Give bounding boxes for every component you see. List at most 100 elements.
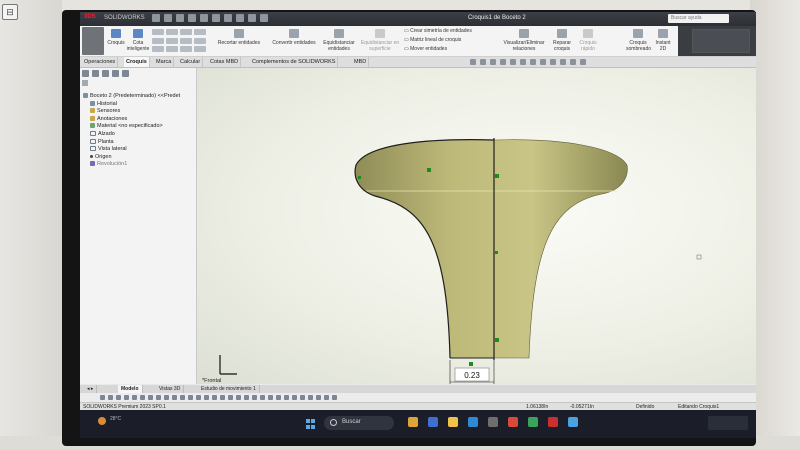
tab-mbd[interactable]: MBD	[352, 57, 370, 67]
task-view-icon[interactable]	[428, 417, 438, 427]
text-icon[interactable]	[194, 29, 206, 35]
hide-show-icon[interactable]	[540, 59, 546, 65]
tool-icon[interactable]	[292, 395, 297, 400]
weather-icon[interactable]	[98, 417, 106, 425]
open-file-icon[interactable]	[176, 14, 184, 22]
repair-sketch-button[interactable]: Reparar croquis	[550, 29, 574, 52]
redo-icon[interactable]	[224, 14, 232, 22]
tool-icon[interactable]	[308, 395, 313, 400]
tree-item-planta[interactable]: Planta	[80, 139, 196, 147]
spline-icon[interactable]	[180, 29, 192, 35]
display-style-icon[interactable]	[530, 59, 536, 65]
tool-icon[interactable]	[268, 395, 273, 400]
tool-icon[interactable]	[260, 395, 265, 400]
move-entities-button[interactable]: ▭ Mover entidades	[404, 46, 447, 52]
plane-icon[interactable]	[194, 46, 206, 53]
view-orientation-icon[interactable]	[520, 59, 526, 65]
tool-icon[interactable]	[100, 395, 105, 400]
undo-icon[interactable]	[212, 14, 220, 22]
smart-dimension-button[interactable]: Cota inteligente	[124, 29, 152, 52]
chrome-app-icon[interactable]	[568, 417, 578, 427]
fillet-icon[interactable]	[180, 46, 192, 53]
point-icon[interactable]	[194, 37, 206, 44]
tree-item-vista-lateral[interactable]: Vista lateral	[80, 146, 196, 154]
shaded-sketch-button[interactable]: Croquis sombreado	[626, 29, 651, 52]
tool-icon[interactable]	[164, 395, 169, 400]
previous-view-icon[interactable]	[490, 59, 496, 65]
offset-on-surface-button[interactable]: Equidistanciar en superficie	[360, 29, 400, 52]
filter-icon[interactable]	[82, 80, 88, 86]
tree-item-alzado[interactable]: Alzado	[80, 131, 196, 139]
help-search-input[interactable]: Buscar ayuda	[668, 14, 729, 23]
bottom-tab-estudio[interactable]: Estudio de movimiento 1	[198, 385, 260, 393]
bottom-tab-nav-arrows[interactable]: ◂ ▸	[84, 385, 98, 393]
tree-item-annotations[interactable]: Anotaciones	[80, 116, 196, 124]
rebuild-icon[interactable]	[248, 14, 256, 22]
circle-icon[interactable]	[166, 29, 178, 35]
slot-icon[interactable]	[152, 46, 164, 53]
tool-icon[interactable]	[148, 395, 153, 400]
display-manager-tab-icon[interactable]	[122, 70, 129, 77]
tool-icon[interactable]	[284, 395, 289, 400]
edge-browser-icon[interactable]	[468, 417, 478, 427]
solidworks-app-icon[interactable]	[548, 417, 558, 427]
view-settings-icon[interactable]	[570, 59, 576, 65]
dimxpert-tab-icon[interactable]	[112, 70, 119, 77]
zoom-area-icon[interactable]	[480, 59, 486, 65]
tool-icon[interactable]	[300, 395, 305, 400]
file-explorer-icon[interactable]	[448, 417, 458, 427]
instant2d-button[interactable]: Instant 2D	[652, 29, 674, 52]
system-tray[interactable]	[708, 416, 748, 430]
tool-icon[interactable]	[212, 395, 217, 400]
tool-icon[interactable]	[132, 395, 137, 400]
tool-icon[interactable]	[228, 395, 233, 400]
tool-icon[interactable]	[220, 395, 225, 400]
widgets-app-icon[interactable]	[408, 417, 418, 427]
tree-item-origin[interactable]: Origen	[80, 154, 196, 162]
edit-appearance-icon[interactable]	[550, 59, 556, 65]
configuration-manager-tab-icon[interactable]	[102, 70, 109, 77]
exit-sketch-button[interactable]	[82, 27, 104, 55]
home-icon[interactable]	[152, 14, 160, 22]
tool-icon[interactable]	[124, 395, 129, 400]
display-relations-button[interactable]: Visualizar/Eliminar relaciones	[500, 29, 548, 52]
windows-start-icon[interactable]	[306, 419, 316, 429]
tool-icon[interactable]	[188, 395, 193, 400]
tool-icon[interactable]	[180, 395, 185, 400]
tool-icon[interactable]	[156, 395, 161, 400]
office-app-icon[interactable]	[508, 417, 518, 427]
new-file-icon[interactable]	[164, 14, 172, 22]
tool-icon[interactable]	[140, 395, 145, 400]
tab-operaciones[interactable]: Operaciones	[82, 57, 119, 67]
save-icon[interactable]	[188, 14, 196, 22]
excel-app-icon[interactable]	[528, 417, 538, 427]
tool-icon[interactable]	[324, 395, 329, 400]
offset-entities-button[interactable]: Equidistanciar entidades	[320, 29, 358, 52]
dynamic-annotation-icon[interactable]	[510, 59, 516, 65]
sketch-button[interactable]: Croquis	[106, 29, 126, 46]
section-view-icon[interactable]	[500, 59, 506, 65]
tab-marca[interactable]: Marca	[154, 57, 175, 67]
tab-cotas-mbd[interactable]: Cotas MBD	[208, 57, 242, 67]
tree-item-material[interactable]: Material <no especificado>	[80, 123, 196, 131]
arc-icon[interactable]	[166, 37, 178, 44]
rectangle-icon[interactable]	[152, 37, 164, 44]
tool-icon[interactable]	[108, 395, 113, 400]
tool-icon[interactable]	[276, 395, 281, 400]
tool-icon[interactable]	[172, 395, 177, 400]
ellipse-icon[interactable]	[166, 46, 178, 53]
bottom-tab-modelo[interactable]: Modelo	[118, 385, 143, 393]
select-icon[interactable]	[236, 14, 244, 22]
tool-icon[interactable]	[252, 395, 257, 400]
linear-pattern-button[interactable]: ▭ Matriz lineal de croquis	[404, 37, 461, 43]
feature-manager-tab-icon[interactable]	[82, 70, 89, 77]
tool-icon[interactable]	[316, 395, 321, 400]
trim-entities-button[interactable]: Recortar entidades	[214, 29, 264, 46]
tool-icon[interactable]	[236, 395, 241, 400]
graphics-area[interactable]: 0.23	[197, 68, 756, 384]
tool-icon[interactable]	[332, 395, 337, 400]
print-icon[interactable]	[200, 14, 208, 22]
tool-icon[interactable]	[204, 395, 209, 400]
mirror-entities-button[interactable]: ▭ Crear simetría de entidades	[404, 28, 472, 34]
tool-icon[interactable]	[244, 395, 249, 400]
